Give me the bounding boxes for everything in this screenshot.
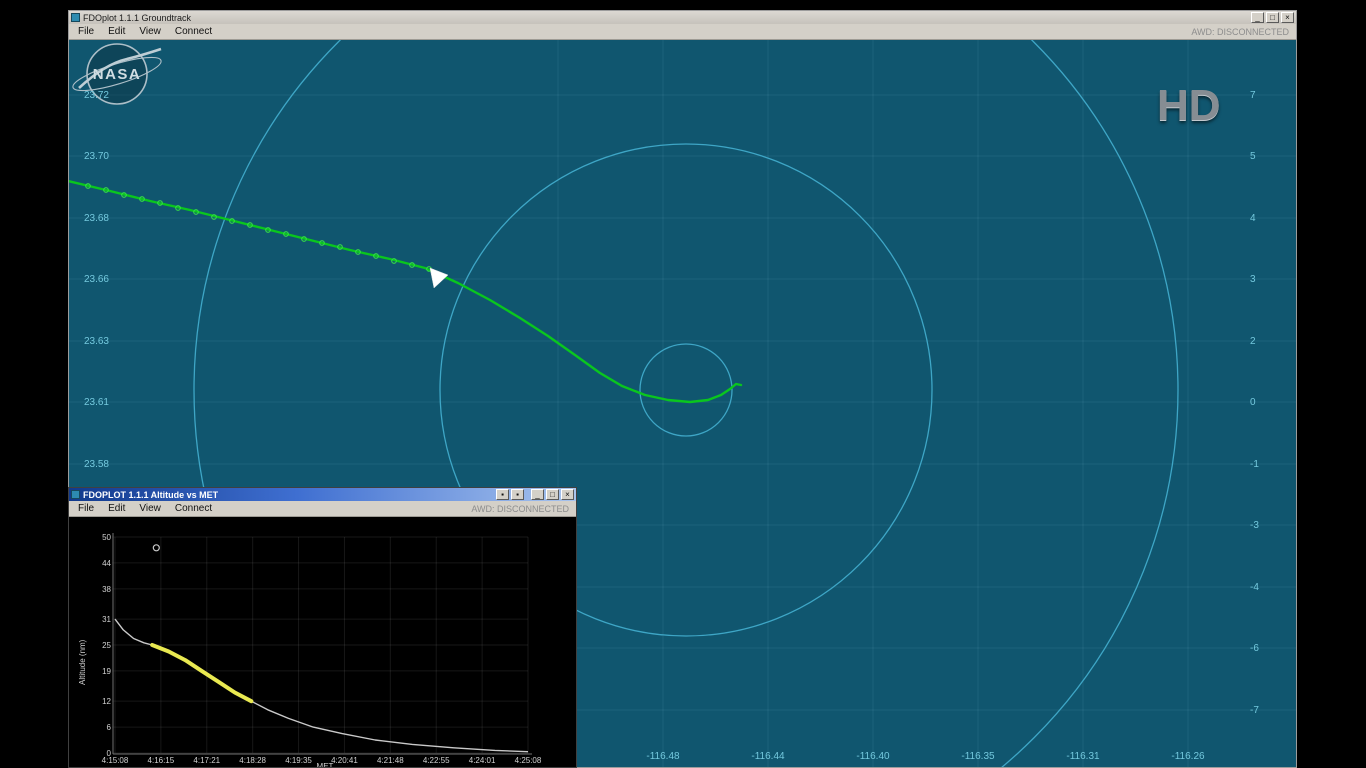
maximize-button[interactable]: □ — [546, 489, 559, 500]
altitude-menubar: File Edit View Connect AWD: DISCONNECTED — [69, 501, 576, 517]
lon-tick-label: -116.44 — [751, 751, 785, 762]
window-icon — [71, 490, 80, 499]
lon-tick-label: -116.40 — [856, 751, 890, 762]
altitude-y-tick-label: 31 — [102, 615, 111, 625]
right-axis-tick-label: 2 — [1250, 336, 1256, 347]
altitude-titlebar[interactable]: FDOPLOT 1.1.1 Altitude vs MET ▪ ▪ _ □ × — [69, 488, 576, 501]
altitude-x-tick-label: 4:25:08 — [514, 756, 542, 765]
lat-tick-label: 23.58 — [83, 459, 109, 470]
altitude-x-tick-label: 4:15:08 — [101, 756, 129, 765]
right-axis-tick-label: -6 — [1250, 643, 1259, 654]
altitude-x-tick-label: 4:18:28 — [239, 756, 266, 765]
right-axis-tick-label: -3 — [1250, 520, 1259, 531]
minimize-button[interactable]: _ — [1251, 12, 1264, 23]
right-axis-tick-label: 0 — [1250, 397, 1256, 408]
lat-tick-label: 23.66 — [83, 274, 109, 285]
close-button[interactable]: × — [1281, 12, 1294, 23]
screen: { "groundtrack": { "title": "FDOplot 1.1… — [0, 0, 1366, 768]
altitude-y-tick-label: 12 — [102, 697, 111, 707]
maximize-button[interactable]: □ — [1266, 12, 1279, 23]
menu-connect[interactable]: Connect — [168, 26, 219, 37]
lat-tick-label: 23.61 — [83, 397, 109, 408]
altitude-window: FDOPLOT 1.1.1 Altitude vs MET ▪ ▪ _ □ × … — [68, 487, 577, 768]
connection-status: AWD: DISCONNECTED — [471, 503, 569, 514]
altitude-y-tick-label: 50 — [102, 533, 111, 542]
right-axis-tick-label: 3 — [1250, 274, 1256, 285]
right-axis-tick-label: 5 — [1250, 151, 1256, 162]
right-axis-tick-label: -1 — [1250, 459, 1259, 470]
groundtrack-line — [69, 180, 743, 404]
groundtrack-menubar: File Edit View Connect AWD: DISCONNECTED — [69, 24, 1296, 40]
menu-view[interactable]: View — [132, 503, 168, 514]
altitude-window-title: FDOPLOT 1.1.1 Altitude vs MET — [83, 489, 219, 500]
altitude-x-tick-label: 4:17:21 — [193, 756, 221, 765]
altitude-y-axis-label: Altitude (nm) — [78, 639, 87, 685]
lat-tick-label: 23.72 — [83, 90, 109, 101]
right-axis-tick-label: 4 — [1250, 213, 1256, 224]
altitude-x-tick-label: 4:20:41 — [331, 756, 358, 765]
range-ring — [639, 343, 733, 437]
menu-file[interactable]: File — [71, 26, 101, 37]
menu-edit[interactable]: Edit — [101, 26, 132, 37]
altitude-y-tick-label: 6 — [106, 723, 111, 733]
close-button[interactable]: × — [561, 489, 574, 500]
lat-tick-label: 23.70 — [83, 151, 109, 162]
lon-tick-label: -116.35 — [961, 751, 995, 762]
lat-tick-label: 23.63 — [83, 336, 109, 347]
altitude-y-tick-label: 25 — [102, 641, 111, 650]
menu-view[interactable]: View — [132, 26, 168, 37]
altitude-y-tick-label: 38 — [102, 584, 111, 594]
right-axis-tick-label: -7 — [1250, 705, 1259, 716]
altitude-curve — [114, 618, 529, 753]
altitude-x-tick-label: 4:24:01 — [468, 756, 496, 765]
groundtrack-window-title: FDOplot 1.1.1 Groundtrack — [83, 12, 192, 23]
menu-edit[interactable]: Edit — [101, 503, 132, 514]
altitude-canvas — [112, 533, 532, 755]
altitude-x-tick-label: 4:21:48 — [376, 756, 404, 765]
menu-file[interactable]: File — [71, 503, 101, 514]
connection-status: AWD: DISCONNECTED — [1191, 26, 1289, 37]
altitude-plot-area[interactable]: Altitude (nm) MET 50 44 38 31 25 19 12 6 0 4:15:0… — [69, 517, 576, 767]
hd-logo: HD — [1157, 81, 1221, 130]
lat-tick-label: 23.68 — [83, 213, 109, 224]
altitude-highlight-segment — [150, 643, 254, 704]
window-extra-button-2[interactable]: ▪ — [511, 489, 524, 500]
altitude-y-tick-label: 44 — [102, 558, 111, 568]
menu-connect[interactable]: Connect — [168, 503, 219, 514]
altitude-x-tick-label: 4:16:15 — [147, 756, 175, 765]
right-axis-tick-label: 7 — [1250, 90, 1256, 101]
altitude-x-tick-label: 4:22:55 — [422, 756, 450, 765]
window-icon — [71, 13, 80, 22]
nasa-text: NASA — [93, 66, 142, 83]
groundtrack-titlebar[interactable]: FDOplot 1.1.1 Groundtrack _ □ × — [69, 11, 1296, 24]
altitude-y-tick-label: 19 — [102, 666, 111, 676]
outlier-marker — [152, 544, 160, 552]
lon-tick-label: -116.26 — [1171, 751, 1205, 762]
lon-tick-label: -116.48 — [646, 751, 680, 762]
altitude-x-tick-label: 4:19:35 — [285, 756, 312, 765]
right-axis-tick-label: -4 — [1250, 582, 1259, 593]
window-extra-button-1[interactable]: ▪ — [496, 489, 509, 500]
lon-tick-label: -116.31 — [1066, 751, 1100, 762]
minimize-button[interactable]: _ — [531, 489, 544, 500]
